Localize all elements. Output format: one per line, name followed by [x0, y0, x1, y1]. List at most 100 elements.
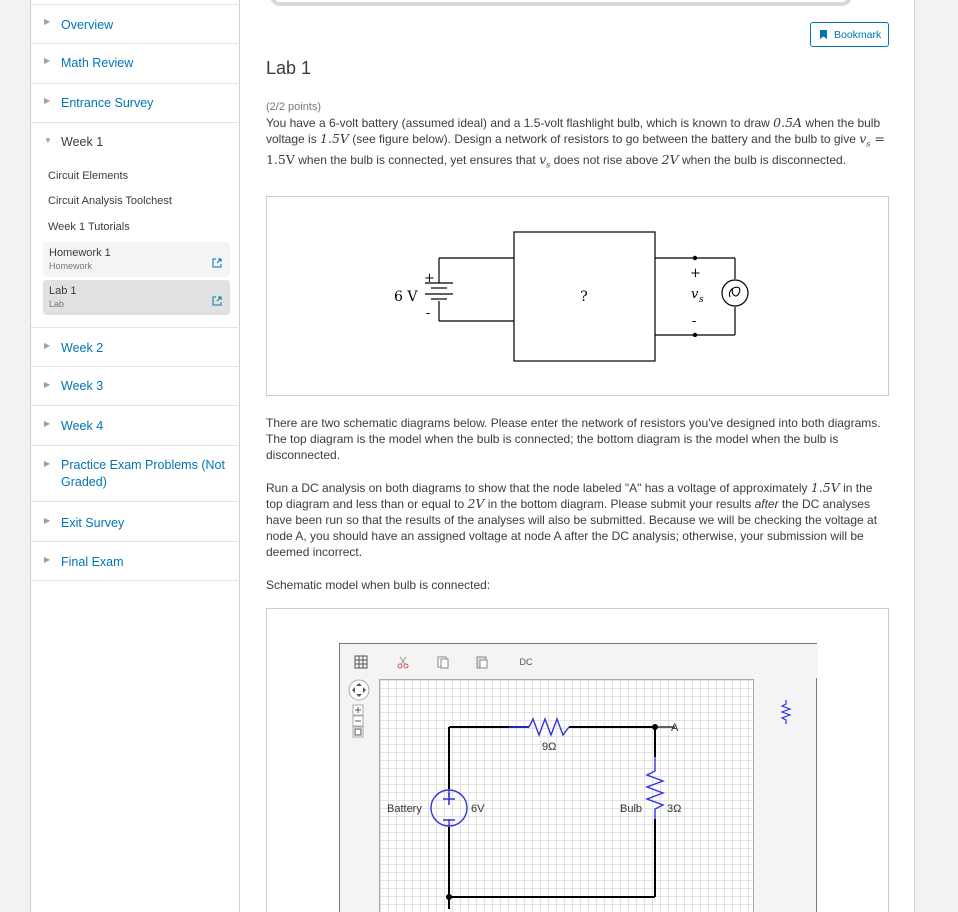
- instructions-paragraph: There are two schematic diagrams below. …: [266, 416, 881, 462]
- subsection-title: Lab 1: [49, 285, 77, 297]
- section-circuit-elements[interactable]: Circuit Elements: [48, 170, 128, 182]
- section-week-1-tutorials[interactable]: Week 1 Tutorials: [48, 221, 130, 233]
- math-max-voltage: 2V: [467, 496, 485, 511]
- chapter-entrance-survey[interactable]: ▶ Entrance Survey: [31, 84, 240, 123]
- unit-title: Lab 1: [266, 58, 312, 78]
- math-current: 0.5A: [773, 115, 803, 130]
- sequence-nav-bar: [270, 0, 852, 6]
- page: ▶ Overview ▶ Math Review ▶ Entrance Surv…: [0, 0, 958, 912]
- resistor-value: 9Ω: [542, 741, 556, 753]
- battery-value: 6V: [471, 803, 485, 815]
- chapter-week-1[interactable]: ▼ Week 1 Circuit Elements Circuit Analys…: [31, 123, 240, 328]
- schematic-caption: Schematic model when bulb is connected:: [266, 578, 491, 592]
- node-a-label: A: [671, 722, 679, 734]
- chapter-overview[interactable]: ▶ Overview: [31, 4, 240, 44]
- subsection-title: Homework 1: [49, 247, 111, 259]
- copy-icon: [437, 656, 449, 669]
- text-span: (see figure below). Design a network of …: [348, 132, 860, 146]
- polarity-marks: [443, 793, 455, 821]
- schematic-editor-container: DC A 9Ω Battery 6V Bulb 3Ω: [266, 608, 889, 912]
- chapter-label: Practice Exam Problems (Not Graded): [61, 458, 225, 489]
- circuit-figure-svg: + - 6 V ? + v s -: [394, 231, 749, 362]
- battery-plus: +: [424, 271, 435, 286]
- bookmark-button[interactable]: Bookmark: [810, 22, 889, 47]
- chapter-label: Entrance Survey: [61, 96, 154, 110]
- chapter-label: Overview: [61, 18, 114, 32]
- bookmark-label: Bookmark: [834, 29, 882, 41]
- problem-points: (2/2 points): [266, 101, 322, 113]
- section-circuit-analysis-toolchest[interactable]: Circuit Analysis Toolchest: [48, 195, 172, 207]
- ground-node-dot: [446, 894, 452, 900]
- chapter-label: Week 2: [61, 341, 104, 355]
- chapter-label: Final Exam: [61, 555, 124, 569]
- grid-icon: [354, 655, 368, 669]
- chapter-label: Week 1: [61, 135, 104, 149]
- chapter-week-3[interactable]: ▶ Week 3: [31, 367, 240, 406]
- problem-text: You have a 6-volt battery (assumed ideal…: [266, 115, 892, 174]
- math-target-voltage: 1.5V: [810, 480, 840, 495]
- text-span: does not rise above: [550, 153, 662, 168]
- battery-label: 6 V: [394, 289, 418, 305]
- vs-subscript: s: [699, 295, 704, 305]
- chevron-right-icon: ▶: [44, 419, 51, 428]
- chapter-label: Exit Survey: [61, 516, 125, 530]
- chevron-right-icon: ▶: [44, 17, 51, 26]
- vs-label: v: [691, 287, 699, 302]
- external-link-icon: [212, 296, 222, 306]
- chapter-practice-exam-problems[interactable]: ▶ Practice Exam Problems (Not Graded): [31, 446, 240, 502]
- paste-icon: [476, 656, 488, 669]
- schematic-circuit: A 9Ω Battery 6V Bulb 3Ω: [387, 717, 681, 909]
- bulb-value: 3Ω: [667, 803, 681, 815]
- parts-palette: [754, 678, 818, 912]
- bulb-label: Bulb: [620, 803, 642, 815]
- chapter-final-exam[interactable]: ▶ Final Exam: [31, 542, 240, 581]
- chevron-right-icon: ▶: [44, 380, 51, 389]
- chevron-right-icon: ▶: [44, 56, 51, 65]
- problem-statement: (2/2 points) You have a 6-volt battery (…: [266, 99, 892, 174]
- chapter-math-review[interactable]: ▶ Math Review: [31, 44, 240, 84]
- schematic-editor: DC A 9Ω Battery 6V Bulb 3Ω: [339, 643, 818, 912]
- resistor-9-ohm[interactable]: [509, 717, 570, 737]
- circuit-figure: + - 6 V ? + v s -: [266, 196, 889, 396]
- cut-button[interactable]: [392, 653, 414, 671]
- chapter-label: Week 4: [61, 419, 104, 433]
- pan-control[interactable]: [348, 679, 370, 701]
- unknown-network-label: ?: [580, 289, 588, 305]
- bulb-resistor-3-ohm[interactable]: [645, 757, 665, 819]
- course-content: Bookmark Lab 1 (2/2 points) You have a 6…: [240, 0, 915, 912]
- resistor-part-icon[interactable]: [780, 700, 792, 724]
- external-link-icon: [212, 258, 222, 268]
- view-controls-svg: [348, 679, 370, 738]
- battery-label: Battery: [387, 803, 422, 815]
- chapter-week-2[interactable]: ▶ Week 2: [31, 328, 240, 367]
- chevron-right-icon: ▶: [44, 341, 51, 350]
- chevron-right-icon: ▶: [44, 459, 51, 468]
- chevron-right-icon: ▶: [44, 555, 51, 564]
- text-span: when the bulb is disconnected.: [678, 153, 847, 168]
- paste-button[interactable]: [471, 653, 493, 671]
- subsection-lab-1-active[interactable]: Lab 1 Lab: [43, 280, 230, 315]
- subsection-type: Lab: [49, 299, 65, 309]
- dc-analysis-button[interactable]: DC: [511, 653, 541, 671]
- bookmark-icon: [820, 30, 827, 39]
- copy-button[interactable]: [432, 653, 454, 671]
- battery-minus: -: [426, 306, 430, 321]
- vs-plus: +: [690, 266, 701, 281]
- parts-palette-svg: [780, 700, 792, 724]
- math-bulb-voltage: 1.5V: [320, 131, 349, 146]
- subsection-homework-1[interactable]: Homework 1 Homework: [43, 242, 230, 277]
- text-span: when the bulb is connected, yet ensures …: [294, 153, 540, 168]
- math-max-voltage: 2V: [661, 152, 679, 168]
- grid-toggle-button[interactable]: [350, 653, 372, 671]
- scissors-icon: [397, 656, 409, 669]
- chapter-exit-survey[interactable]: ▶ Exit Survey: [31, 502, 240, 542]
- chevron-right-icon: ▶: [44, 516, 51, 525]
- schematic-toolbar: DC: [340, 644, 818, 678]
- text-span: Run a DC analysis on both diagrams to sh…: [266, 481, 811, 495]
- chapter-label: Math Review: [61, 56, 134, 70]
- view-controls-panel: [340, 678, 378, 912]
- chapter-week-4[interactable]: ▶ Week 4: [31, 406, 240, 446]
- bulb-icon: [721, 279, 749, 307]
- text-emphasis: after: [754, 497, 779, 511]
- chevron-down-icon: ▼: [44, 136, 52, 145]
